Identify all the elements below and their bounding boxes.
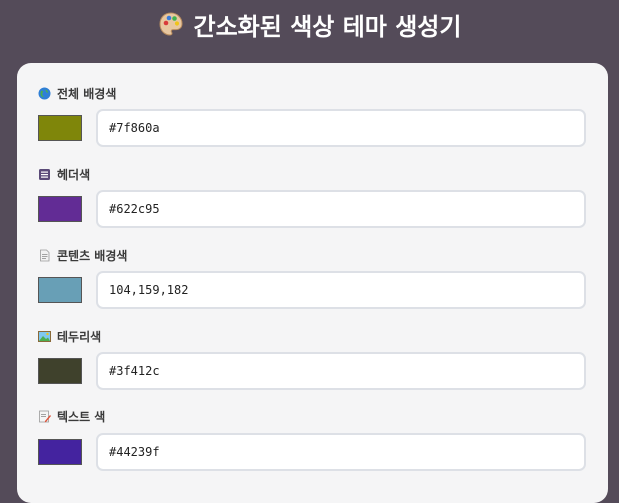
field-label-text: 테두리색	[57, 329, 102, 344]
content-color-input[interactable]	[96, 271, 586, 309]
field-label-text-color: 텍스트 색	[38, 407, 105, 425]
background-color-input[interactable]	[96, 109, 586, 147]
palette-icon	[158, 11, 184, 37]
globe-icon	[38, 87, 51, 100]
border-color-input[interactable]	[96, 352, 586, 390]
field-label-background: 전체 배경색	[38, 84, 116, 102]
field-label-border: 테두리색	[38, 327, 101, 345]
calendar-icon	[38, 168, 51, 181]
field-label-text: 콘텐츠 배경색	[57, 248, 128, 263]
page-title: 간소화된 색상 테마 생성기	[193, 12, 462, 41]
field-label-text: 텍스트 색	[57, 409, 106, 424]
color-swatch-text[interactable]	[38, 439, 82, 465]
color-swatch-border[interactable]	[38, 358, 82, 384]
page-header: 간소화된 색상 테마 생성기	[0, 0, 619, 48]
memo-icon	[38, 410, 51, 423]
color-swatch-content[interactable]	[38, 277, 82, 303]
color-swatch-header[interactable]	[38, 196, 82, 222]
color-swatch-background[interactable]	[38, 115, 82, 141]
field-label-header: 헤더색	[38, 165, 90, 183]
field-label-content: 콘텐츠 배경색	[38, 246, 127, 264]
field-label-text: 전체 배경색	[57, 86, 117, 101]
document-icon	[38, 249, 51, 262]
picture-icon	[38, 330, 51, 343]
header-color-input[interactable]	[96, 190, 586, 228]
field-label-text: 헤더색	[57, 167, 91, 182]
text-color-input[interactable]	[96, 433, 586, 471]
